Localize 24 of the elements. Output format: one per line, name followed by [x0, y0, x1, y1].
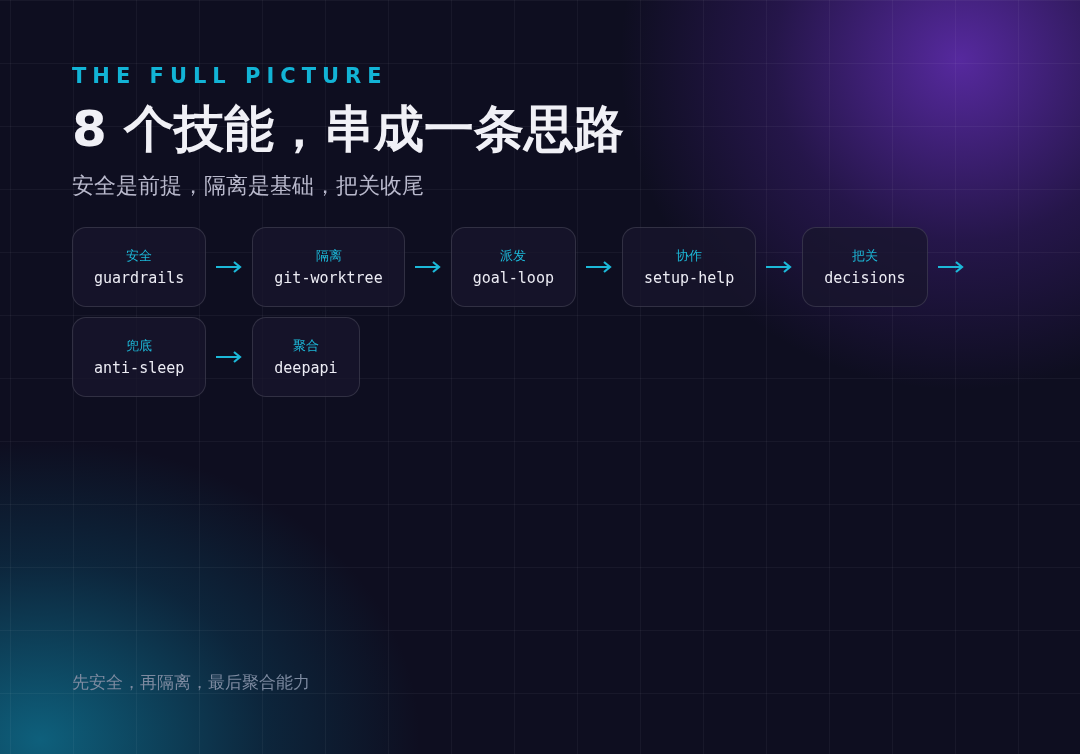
skill-name: decisions	[824, 268, 906, 287]
arrow-icon	[585, 260, 612, 273]
skill-label: 隔离	[315, 246, 342, 265]
skill-name: goal-loop	[472, 268, 554, 287]
slide-subtitle: 安全是前提，隔离是基础，把关收尾	[72, 171, 425, 200]
arrow-icon	[766, 260, 793, 273]
footer-note: 先安全，再隔离，最后聚合能力	[72, 671, 311, 694]
skill-name: deepapi	[274, 358, 338, 377]
skill-label: 聚合	[292, 336, 319, 355]
skill-name: setup-help	[643, 268, 735, 287]
eyebrow-heading: THE FULL PICTURE	[72, 64, 389, 88]
arrow-icon	[414, 260, 441, 273]
skill-label: 兜底	[126, 336, 153, 355]
arrow-icon	[216, 350, 243, 363]
skill-name: guardrails	[94, 268, 185, 287]
arrow-icon	[937, 260, 964, 273]
skill-name: anti-sleep	[94, 358, 185, 377]
skill-label: 把关	[851, 246, 878, 265]
arrow-icon	[216, 260, 243, 273]
skill-label: 安全	[126, 246, 153, 265]
slide-title: 8 个技能，串成一条思路	[72, 99, 626, 160]
skill-label: 协作	[676, 246, 703, 265]
skill-name: git-worktree	[274, 268, 383, 287]
skill-label: 派发	[500, 246, 527, 265]
